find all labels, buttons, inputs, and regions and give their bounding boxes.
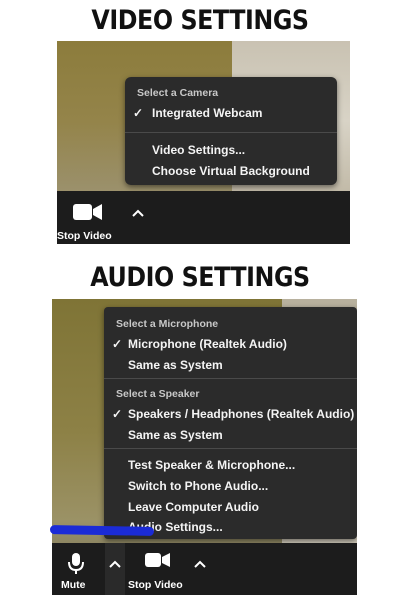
menu-divider — [104, 448, 357, 449]
meeting-toolbar: Stop Video — [57, 191, 350, 244]
camera-menu: Select a Camera ✓ Integrated Webcam Vide… — [125, 77, 337, 185]
menu-divider — [125, 132, 337, 133]
video-settings-menu-item[interactable]: Video Settings... — [152, 143, 245, 157]
speaker-option-realtek[interactable]: Speakers / Headphones (Realtek Audio) — [128, 407, 354, 421]
checkmark-icon: ✓ — [112, 407, 123, 421]
audio-menu: Select a Microphone ✓ Microphone (Realte… — [104, 307, 357, 539]
microphone-section-title: Select a Microphone — [116, 318, 219, 330]
checkmark-icon: ✓ — [133, 106, 144, 120]
mute-button[interactable]: Mute — [61, 579, 86, 591]
speaker-option-same-as-system[interactable]: Same as System — [128, 428, 223, 442]
video-camera-icon[interactable] — [145, 552, 171, 568]
menu-divider — [104, 378, 357, 379]
microphone-icon[interactable] — [68, 553, 84, 575]
microphone-option-same-as-system[interactable]: Same as System — [128, 358, 223, 372]
video-settings-heading: VIDEO SETTINGS — [91, 5, 309, 36]
switch-to-phone-audio-menu-item[interactable]: Switch to Phone Audio... — [128, 479, 268, 493]
checkmark-icon: ✓ — [112, 337, 123, 351]
annotation-highlight-stroke — [49, 525, 155, 536]
camera-option-integrated-webcam[interactable]: Integrated Webcam — [152, 106, 262, 120]
meeting-toolbar: Mute Stop Video — [52, 543, 357, 595]
chevron-up-icon[interactable] — [132, 209, 144, 219]
speaker-section-title: Select a Speaker — [116, 388, 200, 400]
chevron-up-icon[interactable] — [109, 560, 121, 570]
stop-video-button[interactable]: Stop Video — [57, 230, 112, 242]
chevron-up-icon[interactable] — [194, 560, 206, 570]
audio-screenshot: Select a Microphone ✓ Microphone (Realte… — [52, 299, 357, 595]
test-speaker-microphone-menu-item[interactable]: Test Speaker & Microphone... — [128, 458, 295, 472]
video-screenshot: Select a Camera ✓ Integrated Webcam Vide… — [57, 41, 350, 244]
leave-computer-audio-menu-item[interactable]: Leave Computer Audio — [128, 500, 259, 514]
choose-virtual-background-menu-item[interactable]: Choose Virtual Background — [152, 164, 310, 178]
stop-video-button[interactable]: Stop Video — [128, 579, 183, 591]
video-camera-icon[interactable] — [73, 203, 103, 221]
microphone-option-realtek[interactable]: Microphone (Realtek Audio) — [128, 337, 287, 351]
camera-section-title: Select a Camera — [137, 87, 219, 99]
audio-settings-heading: AUDIO SETTINGS — [90, 262, 310, 293]
